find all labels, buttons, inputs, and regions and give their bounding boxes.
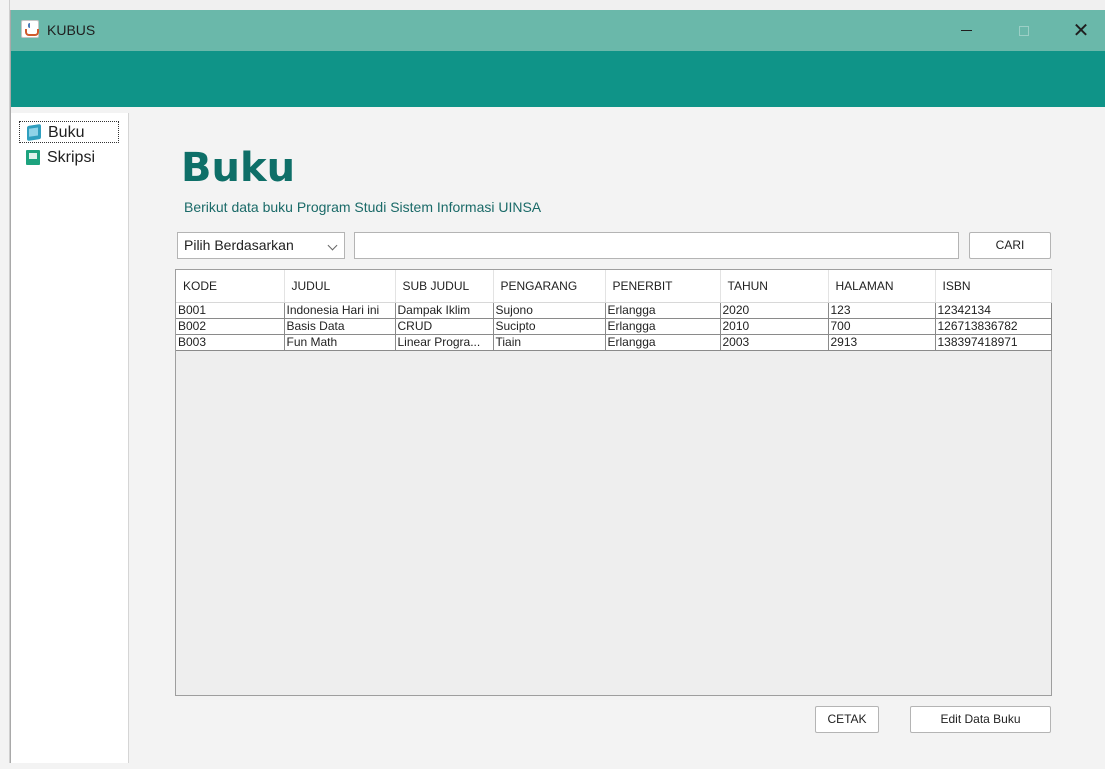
- table-cell: 126713836782: [935, 318, 1052, 335]
- column-header-judul[interactable]: JUDUL: [284, 270, 396, 303]
- edit-book-data-button[interactable]: Edit Data Buku: [910, 706, 1051, 733]
- print-button[interactable]: CETAK: [815, 706, 879, 733]
- table-cell: 138397418971: [935, 334, 1052, 351]
- table-cell: CRUD: [395, 318, 494, 335]
- thesis-icon: [26, 150, 40, 165]
- column-header-halaman[interactable]: HALAMAN: [828, 270, 936, 303]
- desktop-background-top: [0, 0, 1105, 10]
- table-cell: 2020: [720, 302, 829, 319]
- book-icon: [27, 124, 41, 141]
- close-icon: ✕: [1072, 18, 1090, 42]
- table-cell: Indonesia Hari ini: [284, 302, 396, 319]
- window-title: KUBUS: [47, 22, 96, 38]
- table-cell: Sujono: [493, 302, 606, 319]
- table-cell: B003: [176, 334, 285, 351]
- table-cell: Erlangga: [605, 334, 721, 351]
- table-cell: B002: [176, 318, 285, 335]
- table-cell: Sucipto: [493, 318, 606, 335]
- table-cell: 123: [828, 302, 936, 319]
- minimize-button[interactable]: [943, 10, 989, 51]
- search-button[interactable]: CARI: [969, 232, 1051, 259]
- close-button[interactable]: ✕: [1058, 10, 1104, 51]
- table-cell: 12342134: [935, 302, 1052, 319]
- column-header-tahun[interactable]: TAHUN: [720, 270, 829, 303]
- filter-select[interactable]: Pilih Berdasarkan: [177, 232, 345, 259]
- desktop-background-bottom: [0, 763, 1105, 769]
- table-cell: Erlangga: [605, 318, 721, 335]
- page-subtitle: Berikut data buku Program Studi Sistem I…: [184, 199, 542, 215]
- table-header-row: KODE JUDUL SUB JUDUL PENGARANG PENERBIT …: [176, 270, 1052, 303]
- page-title: Buku: [181, 145, 296, 191]
- sidebar-item-label: Skripsi: [47, 149, 96, 166]
- column-header-isbn[interactable]: ISBN: [935, 270, 1052, 303]
- books-table[interactable]: KODE JUDUL SUB JUDUL PENGARANG PENERBIT …: [175, 269, 1052, 696]
- table-cell: Erlangga: [605, 302, 721, 319]
- table-cell: B001: [176, 302, 285, 319]
- sidebar-item-label: Buku: [48, 124, 85, 141]
- table-row[interactable]: B002 Basis Data CRUD Sucipto Erlangga 20…: [176, 318, 1052, 335]
- sidebar-item-buku[interactable]: Buku: [19, 121, 119, 143]
- table-cell: Basis Data: [284, 318, 396, 335]
- table-cell: Dampak Iklim: [395, 302, 494, 319]
- java-app-icon: [21, 20, 39, 38]
- sidebar: Buku Skripsi: [11, 113, 129, 763]
- chevron-down-icon: [327, 240, 338, 251]
- table-cell: 2913: [828, 334, 936, 351]
- search-input[interactable]: [354, 232, 959, 259]
- desktop-background-left: [0, 0, 10, 769]
- column-header-penerbit[interactable]: PENERBIT: [605, 270, 721, 303]
- table-cell: 2010: [720, 318, 829, 335]
- maximize-icon: [1019, 25, 1029, 36]
- column-header-pengarang[interactable]: PENGARANG: [493, 270, 606, 303]
- app-window: KUBUS ✕ Buku Skripsi Buku Berikut data b…: [10, 10, 1105, 763]
- maximize-button[interactable]: [1001, 10, 1047, 51]
- table-cell: 700: [828, 318, 936, 335]
- column-header-kode[interactable]: KODE: [176, 270, 285, 303]
- main-panel: Buku Berikut data buku Program Studi Sis…: [129, 113, 1105, 763]
- table-cell: Tiain: [493, 334, 606, 351]
- column-header-sub-judul[interactable]: SUB JUDUL: [395, 270, 494, 303]
- sidebar-item-skripsi[interactable]: Skripsi: [19, 147, 119, 169]
- table-row[interactable]: B003 Fun Math Linear Progra... Tiain Erl…: [176, 334, 1052, 351]
- table-cell: 2003: [720, 334, 829, 351]
- filter-select-value: Pilih Berdasarkan: [184, 237, 294, 253]
- table-cell: Linear Progra...: [395, 334, 494, 351]
- minimize-icon: [960, 30, 972, 32]
- header-banner: [11, 51, 1105, 107]
- title-bar[interactable]: KUBUS ✕: [11, 10, 1105, 51]
- table-cell: Fun Math: [284, 334, 396, 351]
- table-row[interactable]: B001 Indonesia Hari ini Dampak Iklim Suj…: [176, 302, 1052, 319]
